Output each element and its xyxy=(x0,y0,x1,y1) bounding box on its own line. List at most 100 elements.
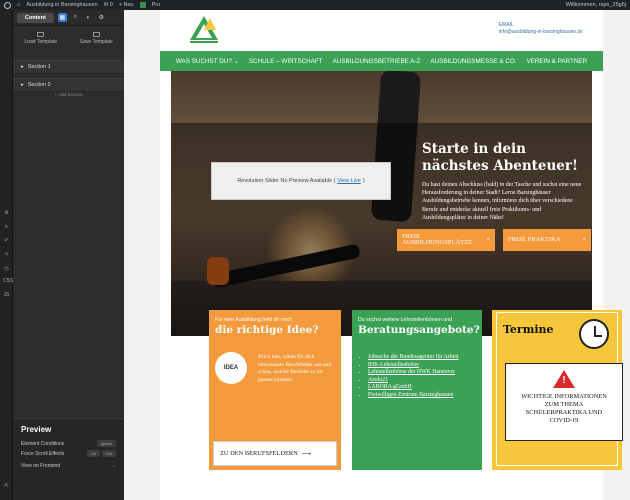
link-bundesagentur[interactable]: Jobsuche der Bundesagentur für Arbeit xyxy=(368,354,478,362)
link-hwk[interactable]: Lehrstellenbörse der HWK Hannover xyxy=(368,369,478,377)
card-idea: Für eine Ausbildung fehlt dir noch die r… xyxy=(209,310,341,470)
element-conditions-label: Element Conditions xyxy=(21,440,65,447)
site-page: EMAIL info@ausbildung-in-barsinghausen.d… xyxy=(160,10,623,500)
berufsfelder-button[interactable]: ZU DEN BERUFSFELDERN ⟶ xyxy=(213,441,337,466)
link-azubi21[interactable]: Azubi21 xyxy=(368,377,478,385)
load-template-label: Load Template xyxy=(24,38,58,45)
chevron-right-icon: ▸ xyxy=(21,82,24,88)
css-button[interactable]: CSS xyxy=(3,278,13,284)
covid-info-text: WICHTIGE INFORMATIONEN ZUM THEMA SCHÜLER… xyxy=(521,393,607,424)
nav-item-was-suchst-du[interactable]: WAS SUCHST DU? ⌄ xyxy=(176,58,239,65)
redo-icon[interactable]: ↷ xyxy=(3,252,10,258)
save-template-label: Save Template xyxy=(79,38,113,45)
card-beratung: Du suchst weitere Lehrstellenbörsen und … xyxy=(352,310,482,470)
link-labora[interactable]: LABORA gGmbH xyxy=(368,384,478,392)
pro-link[interactable]: Pro xyxy=(152,2,161,8)
site-name-link[interactable]: Ausbildung in Barsinghausen xyxy=(26,2,97,8)
force-scroll-on[interactable]: On xyxy=(86,450,101,457)
email-label: EMAIL xyxy=(498,22,514,28)
card-beratung-kicker: Du suchst weitere Lehrstellenbörsen und xyxy=(358,317,453,323)
nav-item-ausbildungsmesse[interactable]: AUSBILDUNGSMESSE & CO. xyxy=(430,58,516,65)
card-idea-kicker: Für eine Ausbildung fehlt dir noch xyxy=(215,317,292,323)
freie-praktika-button[interactable]: FREIE PRAKTIKA ⌕ xyxy=(503,229,591,251)
js-button[interactable]: JS xyxy=(3,292,10,298)
load-template-button[interactable]: Load Template xyxy=(13,28,69,48)
force-scroll-label: Force Scroll Effects xyxy=(21,451,65,457)
arrow-right-icon: ⟶ xyxy=(301,450,311,458)
exit-icon[interactable]: ⇱ xyxy=(3,483,10,489)
settings-icon[interactable]: ⚙ xyxy=(3,210,10,216)
termine-title: Termine xyxy=(503,323,554,336)
search-icon: ⌕ xyxy=(582,235,586,243)
chevron-down-icon: ⌄ xyxy=(233,57,239,65)
card-beratung-title: Beratungsangebote? xyxy=(358,324,480,336)
slider-notice: Revolution Slider No Preview Available ( xyxy=(237,178,336,184)
preview-panel: Preview Element Conditions Ignore Force … xyxy=(13,418,124,500)
nav-label: WAS SUCHST DU? xyxy=(175,57,232,65)
style-icon[interactable]: ◐ xyxy=(84,13,93,22)
nav-item-schule-wirtschaft[interactable]: SCHULE – WIRTSCHAFT xyxy=(249,58,323,65)
view-frontend-label: View on Frontend xyxy=(21,463,61,469)
idea-icon: IDEA xyxy=(215,352,247,384)
view-live-link[interactable]: View Live xyxy=(337,178,360,184)
search-icon[interactable]: ⌕ xyxy=(71,13,80,22)
force-scroll-off[interactable]: Out xyxy=(101,450,116,457)
preview-title: Preview xyxy=(21,425,52,434)
alarm-clock-icon xyxy=(579,319,609,349)
email-link[interactable]: info@ausbildung-in-barsinghausen.de xyxy=(499,29,583,36)
hero-text: Du hast deinen Abschluss (bald) in der T… xyxy=(422,182,582,221)
section-label: Section 2 xyxy=(27,82,51,88)
folder-icon xyxy=(37,31,45,37)
force-scroll-toggle[interactable]: On Out xyxy=(86,450,116,457)
user-greeting[interactable]: Willkommen, raye_25g6j xyxy=(566,2,626,8)
section-row-2[interactable]: ▸ Section 2 xyxy=(13,78,124,92)
history-icon[interactable]: ◷ xyxy=(3,266,10,272)
btn1-label: FREIE AUSBILDUNGSPLÄTZE xyxy=(402,232,473,246)
main-nav: WAS SUCHST DU? ⌄ SCHULE – WIRTSCHAFT AUS… xyxy=(160,51,603,71)
comments-count: 0 xyxy=(109,2,113,8)
element-conditions-select[interactable]: Ignore xyxy=(96,440,116,447)
force-scroll-row: Force Scroll Effects On Out xyxy=(21,450,116,457)
template-bar: Load Template Save Template xyxy=(13,28,124,48)
nav-item-ausbildungsbetriebe[interactable]: AUSBILDUNGSBETRIEBE A-Z xyxy=(333,58,421,65)
header-email: EMAIL info@ausbildung-in-barsinghausen.d… xyxy=(499,22,583,36)
save-template-button[interactable]: Save Template xyxy=(69,28,125,48)
covid-info-box[interactable]: ! WICHTIGE INFORMATIONEN ZUM THEMA SCHÜL… xyxy=(505,363,623,441)
tab-content[interactable]: Content xyxy=(17,12,54,23)
comments-link[interactable]: ✉ 0 xyxy=(104,2,113,8)
wordpress-icon[interactable] xyxy=(4,1,11,9)
nav-item-verein-partner[interactable]: VEREIN & PARTNER xyxy=(526,58,587,65)
card-idea-text[interactable]: Klick hier, wähle für dich interessante … xyxy=(258,354,336,384)
undo-icon[interactable]: ↶ xyxy=(3,238,10,244)
warning-icon: ! xyxy=(553,370,575,388)
view-frontend-link[interactable]: View on Frontend → xyxy=(21,463,116,469)
element-conditions-row: Element Conditions Ignore xyxy=(21,440,116,447)
gear-icon[interactable]: ⚙ xyxy=(97,13,106,22)
hero-title: Starte in dein nächstes Abenteuer! xyxy=(422,141,578,174)
builder-canvas: EMAIL info@ausbildung-in-barsinghausen.d… xyxy=(124,10,630,500)
add-section-button[interactable]: + Add Section xyxy=(13,92,124,97)
revolution-slider-placeholder: Revolution Slider No Preview Available (… xyxy=(211,162,391,200)
save-icon xyxy=(92,31,100,37)
section-row-1[interactable]: ▸ Section 1 xyxy=(13,60,124,74)
layers-icon[interactable]: ≡ xyxy=(3,224,10,230)
new-link[interactable]: + Neu xyxy=(119,2,134,8)
link-ihk[interactable]: IHK-Lehrstellenbörse xyxy=(368,362,478,370)
admin-bar: ⌂ Ausbildung in Barsinghausen ✉ 0 + Neu … xyxy=(0,0,630,10)
arrow-right-icon: → xyxy=(111,463,116,469)
layout-icon[interactable]: ▦ xyxy=(57,13,67,22)
site-logo[interactable] xyxy=(188,14,220,44)
termine-frame: Termine ! WICHTIGE INFORMATIONEN ZUM THE… xyxy=(496,312,623,466)
builder-icon xyxy=(139,2,146,8)
section-label: Section 1 xyxy=(27,64,51,70)
hero-section: Revolution Slider No Preview Available (… xyxy=(171,71,592,336)
home-icon: ⌂ xyxy=(17,2,21,8)
panel-tabs: Content ▦ ⌕ ◐ ⚙ xyxy=(13,10,124,26)
search-icon: ⌕ xyxy=(486,235,490,243)
btn2-label: FREIE PRAKTIKA xyxy=(508,235,561,243)
slider-notice-close: ) xyxy=(362,178,365,184)
card-idea-title: die richtige Idee? xyxy=(215,324,319,336)
freie-ausbildungsplaetze-button[interactable]: FREIE AUSBILDUNGSPLÄTZE ⌕ xyxy=(397,229,495,251)
beratung-links: Jobsuche der Bundesagentur für Arbeit IH… xyxy=(362,354,478,400)
link-freiwilligen[interactable]: Freiwilligen Zentrum Barsinghausen xyxy=(368,392,478,400)
